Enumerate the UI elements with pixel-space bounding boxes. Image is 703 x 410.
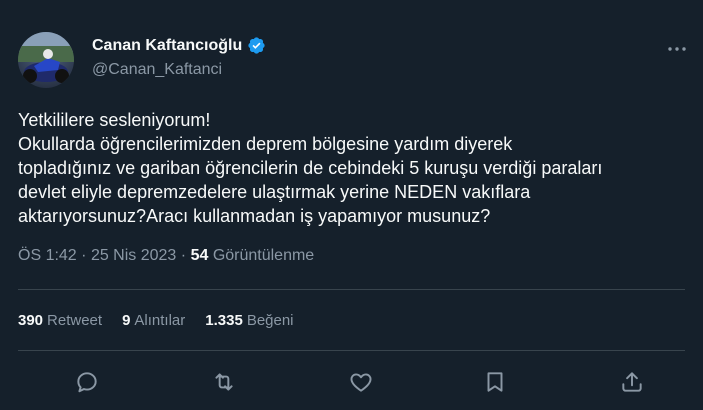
reply-icon [77,372,97,393]
reply-button[interactable] [74,369,100,395]
retweet-icon [215,373,233,391]
retweets-label: Retweet [47,312,103,329]
meta-separator: · [180,247,187,264]
likes-count: 1.335 [205,312,243,329]
verified-icon [248,37,265,54]
meta-separator: · [81,247,87,264]
tweet-header: Canan Kaftancıoğlu @Canan_Kaftanci [18,32,688,88]
like-icon [350,373,372,392]
tweet-date[interactable]: 25 Nis 2023 [91,247,176,264]
quotes-stat[interactable]: 9 Alıntılar [122,312,185,329]
share-icon [622,372,642,392]
tweet-stats: 390 Retweet 9 Alıntılar 1.335 Beğeni [18,312,314,329]
tweet-meta: ÖS 1:42 · 25 Nis 2023 · 54 Görüntülenme [18,247,314,265]
handle[interactable]: @Canan_Kaftanci [92,61,222,79]
views-label: Görüntülenme [212,247,315,264]
like-button[interactable] [348,369,374,395]
likes-label: Beğeni [246,312,294,329]
retweets-stat[interactable]: 390 Retweet [18,312,102,329]
divider [18,350,685,351]
more-icon[interactable] [666,40,688,58]
display-name[interactable]: Canan Kaftancıoğlu [92,37,242,55]
name-row: Canan Kaftancıoğlu [92,36,266,55]
quotes-label: Alıntılar [134,312,186,329]
tweet-text: Yetkililere sesleniyorum! Okullarda öğre… [18,110,603,226]
divider [18,289,685,290]
bookmark-icon [487,372,503,392]
retweets-count: 390 [18,312,44,329]
action-bar [62,364,662,400]
share-button[interactable] [619,369,645,395]
avatar[interactable] [18,32,74,88]
tweet-time[interactable]: ÖS 1:42 [18,247,77,264]
bookmark-button[interactable] [482,369,508,395]
views-count: 54 [190,247,209,264]
quotes-count: 9 [122,312,131,329]
likes-stat[interactable]: 1.335 Beğeni [205,312,293,329]
retweet-button[interactable] [211,369,237,395]
